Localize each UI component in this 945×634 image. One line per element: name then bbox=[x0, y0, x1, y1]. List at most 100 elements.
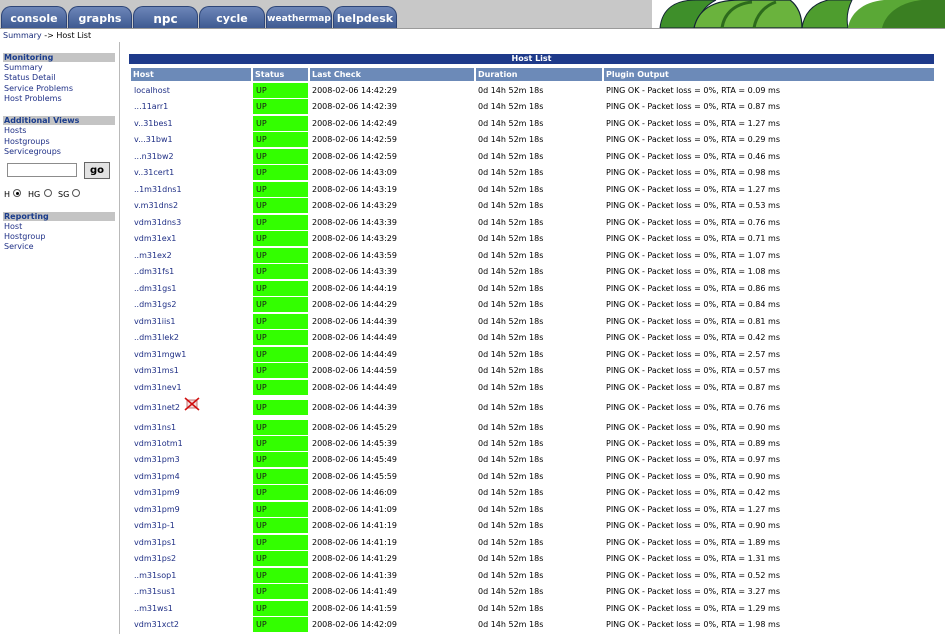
duration-cell: 0d 14h 52m 18s bbox=[478, 521, 544, 530]
host-link[interactable]: vdm31ns1 bbox=[134, 422, 244, 434]
host-link[interactable]: vdm31pm3 bbox=[134, 454, 244, 466]
status-badge: UP bbox=[253, 83, 308, 98]
duration-cell: 0d 14h 52m 18s bbox=[478, 505, 544, 514]
duration-cell: 0d 14h 52m 18s bbox=[478, 300, 544, 309]
plugin-output-cell: PING OK - Packet loss = 0%, RTA = 0.71 m… bbox=[606, 234, 780, 243]
host-link[interactable]: vdm31pm4 bbox=[134, 471, 244, 483]
status-badge: UP bbox=[253, 314, 308, 329]
status-badge: UP bbox=[253, 99, 308, 114]
host-link[interactable]: vdm31p-1 bbox=[134, 520, 244, 532]
host-link[interactable]: ..dm31fs1 bbox=[134, 266, 244, 278]
status-badge: UP bbox=[253, 601, 308, 616]
host-link[interactable]: ..1m31dns1 bbox=[134, 184, 244, 196]
plugin-output-cell: PING OK - Packet loss = 0%, RTA = 0.76 m… bbox=[606, 403, 780, 412]
host-link[interactable]: vdm31ps2 bbox=[134, 553, 244, 565]
host-link[interactable]: v..31cert1 bbox=[134, 167, 244, 179]
host-link[interactable]: vdm31dns3 bbox=[134, 217, 244, 229]
duration-cell: 0d 14h 52m 18s bbox=[478, 251, 544, 260]
host-link[interactable]: localhost bbox=[134, 85, 244, 97]
plugin-output-cell: PING OK - Packet loss = 0%, RTA = 1.98 m… bbox=[606, 620, 780, 629]
host-link[interactable]: ..dm31lek2 bbox=[134, 332, 244, 344]
last-check-cell: 2008-02-06 14:43:29 bbox=[312, 201, 397, 210]
status-badge: UP bbox=[253, 485, 308, 500]
duration-cell: 0d 14h 52m 18s bbox=[478, 135, 544, 144]
plugin-output-cell: PING OK - Packet loss = 0%, RTA = 3.27 m… bbox=[606, 587, 780, 596]
duration-cell: 0d 14h 52m 18s bbox=[478, 423, 544, 432]
last-check-cell: 2008-02-06 14:45:49 bbox=[312, 455, 397, 464]
host-link[interactable]: vdm31mgw1 bbox=[134, 349, 244, 361]
host-link[interactable]: vdm31iis1 bbox=[134, 316, 244, 328]
duration-cell: 0d 14h 52m 18s bbox=[478, 317, 544, 326]
host-link[interactable]: ..m31ex2 bbox=[134, 250, 244, 262]
host-link[interactable]: vdm31xct2 bbox=[134, 619, 244, 631]
status-badge: UP bbox=[253, 182, 308, 197]
host-link[interactable]: vdm31pm9 bbox=[134, 504, 244, 516]
plugin-output-cell: PING OK - Packet loss = 0%, RTA = 0.98 m… bbox=[606, 168, 780, 177]
plugin-output-cell: PING OK - Packet loss = 0%, RTA = 0.42 m… bbox=[606, 488, 780, 497]
duration-cell: 0d 14h 52m 18s bbox=[478, 350, 544, 359]
duration-cell: 0d 14h 52m 18s bbox=[478, 168, 544, 177]
host-link[interactable]: ..dm31gs1 bbox=[134, 283, 244, 295]
last-check-cell: 2008-02-06 14:41:59 bbox=[312, 604, 397, 613]
status-badge: UP bbox=[253, 116, 308, 131]
last-check-cell: 2008-02-06 14:44:49 bbox=[312, 350, 397, 359]
plugin-output-cell: PING OK - Packet loss = 0%, RTA = 1.89 m… bbox=[606, 538, 780, 547]
status-badge: UP bbox=[253, 281, 308, 296]
host-link[interactable]: vdm31pm9 bbox=[134, 487, 244, 499]
last-check-cell: 2008-02-06 14:41:19 bbox=[312, 538, 397, 547]
status-badge: UP bbox=[253, 535, 308, 550]
last-check-cell: 2008-02-06 14:44:49 bbox=[312, 383, 397, 392]
host-link[interactable]: ..m31ws1 bbox=[134, 603, 244, 615]
last-check-cell: 2008-02-06 14:45:39 bbox=[312, 439, 397, 448]
plugin-output-cell: PING OK - Packet loss = 0%, RTA = 0.57 m… bbox=[606, 366, 780, 375]
status-badge: UP bbox=[253, 420, 308, 435]
plugin-output-cell: PING OK - Packet loss = 0%, RTA = 0.90 m… bbox=[606, 521, 780, 530]
host-link[interactable]: v...31bw1 bbox=[134, 134, 244, 146]
status-badge: UP bbox=[253, 347, 308, 362]
last-check-cell: 2008-02-06 14:42:39 bbox=[312, 102, 397, 111]
duration-cell: 0d 14h 52m 18s bbox=[478, 284, 544, 293]
duration-cell: 0d 14h 52m 18s bbox=[478, 366, 544, 375]
last-check-cell: 2008-02-06 14:46:09 bbox=[312, 488, 397, 497]
plugin-output-cell: PING OK - Packet loss = 0%, RTA = 1.29 m… bbox=[606, 604, 780, 613]
duration-cell: 0d 14h 52m 18s bbox=[478, 102, 544, 111]
plugin-output-cell: PING OK - Packet loss = 0%, RTA = 1.08 m… bbox=[606, 267, 780, 276]
host-link[interactable]: ..m31sop1 bbox=[134, 570, 244, 582]
plugin-output-cell: PING OK - Packet loss = 0%, RTA = 0.42 m… bbox=[606, 333, 780, 342]
last-check-cell: 2008-02-06 14:41:19 bbox=[312, 521, 397, 530]
duration-cell: 0d 14h 52m 18s bbox=[478, 571, 544, 580]
last-check-cell: 2008-02-06 14:42:29 bbox=[312, 86, 397, 95]
duration-cell: 0d 14h 52m 18s bbox=[478, 403, 544, 412]
host-link[interactable]: vdm31ps1 bbox=[134, 537, 244, 549]
plugin-output-cell: PING OK - Packet loss = 0%, RTA = 1.27 m… bbox=[606, 119, 780, 128]
host-link[interactable]: vdm31ex1 bbox=[134, 233, 244, 245]
last-check-cell: 2008-02-06 14:43:59 bbox=[312, 251, 397, 260]
host-link[interactable]: vdm31ms1 bbox=[134, 365, 244, 377]
host-link[interactable]: ..dm31gs2 bbox=[134, 299, 244, 311]
status-badge: UP bbox=[253, 132, 308, 147]
last-check-cell: 2008-02-06 14:44:19 bbox=[312, 284, 397, 293]
status-badge: UP bbox=[253, 149, 308, 164]
last-check-cell: 2008-02-06 14:44:39 bbox=[312, 317, 397, 326]
host-link[interactable]: ..m31sus1 bbox=[134, 586, 244, 598]
last-check-cell: 2008-02-06 14:43:39 bbox=[312, 267, 397, 276]
host-link[interactable]: v.m31dns2 bbox=[134, 200, 244, 212]
last-check-cell: 2008-02-06 14:44:39 bbox=[312, 403, 397, 412]
plugin-output-cell: PING OK - Packet loss = 0%, RTA = 0.90 m… bbox=[606, 423, 780, 432]
duration-cell: 0d 14h 52m 18s bbox=[478, 554, 544, 563]
duration-cell: 0d 14h 52m 18s bbox=[478, 119, 544, 128]
duration-cell: 0d 14h 52m 18s bbox=[478, 455, 544, 464]
last-check-cell: 2008-02-06 14:41:29 bbox=[312, 554, 397, 563]
plugin-output-cell: PING OK - Packet loss = 0%, RTA = 0.53 m… bbox=[606, 201, 780, 210]
host-link[interactable]: ...n31bw2 bbox=[134, 151, 244, 163]
last-check-cell: 2008-02-06 14:42:09 bbox=[312, 620, 397, 629]
host-link[interactable]: vdm31nev1 bbox=[134, 382, 244, 394]
status-badge: UP bbox=[253, 380, 308, 395]
plugin-output-cell: PING OK - Packet loss = 0%, RTA = 0.29 m… bbox=[606, 135, 780, 144]
plugin-output-cell: PING OK - Packet loss = 0%, RTA = 0.90 m… bbox=[606, 472, 780, 481]
host-link[interactable]: ...11arr1 bbox=[134, 101, 244, 113]
host-link[interactable]: v..31bes1 bbox=[134, 118, 244, 130]
host-link[interactable]: vdm31otm1 bbox=[134, 438, 244, 450]
duration-cell: 0d 14h 52m 18s bbox=[478, 620, 544, 629]
plugin-output-cell: PING OK - Packet loss = 0%, RTA = 2.57 m… bbox=[606, 350, 780, 359]
